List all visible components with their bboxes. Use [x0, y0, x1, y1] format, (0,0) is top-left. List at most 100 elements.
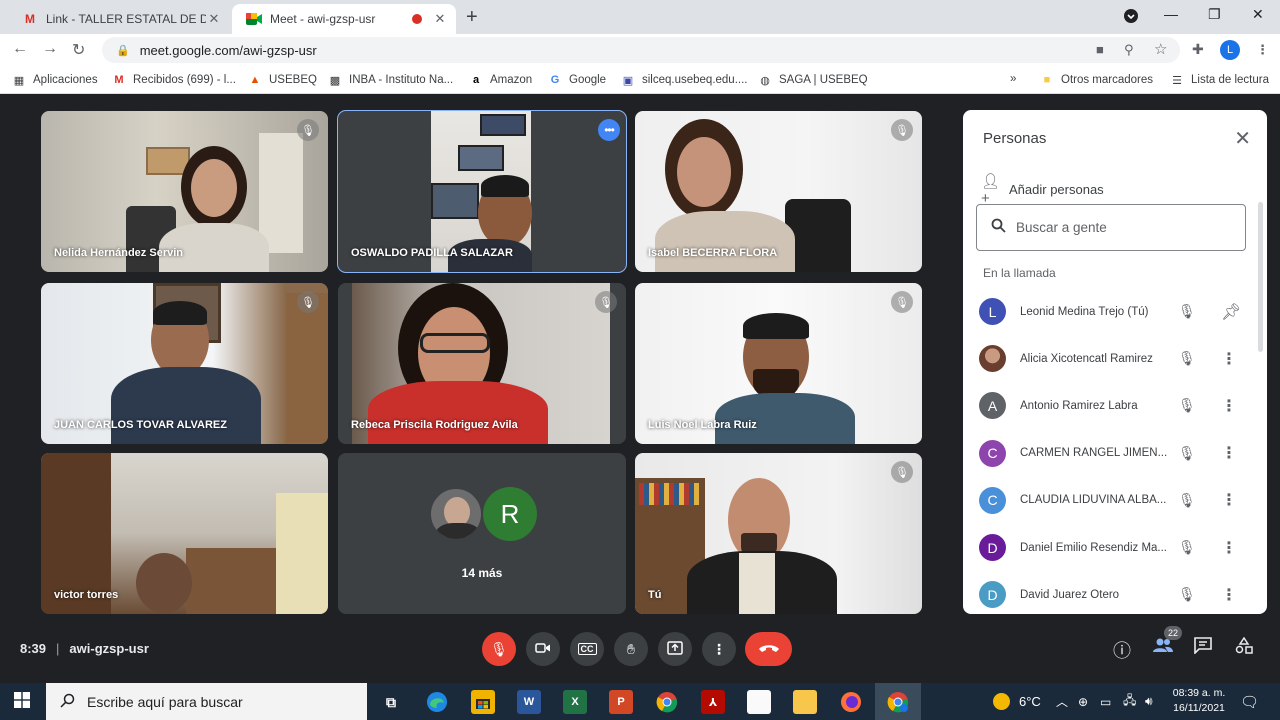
list-item[interactable]: D Daniel Emilio Resendiz Ma... 🎙︎ ⋮ — [963, 524, 1267, 571]
forward-arrow-icon[interactable]: → — [42, 40, 58, 58]
acrobat-icon[interactable]: ⅄ — [701, 690, 725, 714]
bookmark-silceq[interactable]: ▣ silceq.usebeq.edu.... — [621, 73, 748, 87]
task-view-icon[interactable]: ⧉ — [379, 690, 403, 714]
address-bar[interactable]: 🔒 meet.google.com/awi-gzsp-usr — [102, 37, 1180, 63]
battery-icon[interactable]: ▭ — [1100, 683, 1111, 720]
participant-tile[interactable]: Nelida Hernández Servin 🎙︎ — [41, 111, 328, 272]
participant-tile[interactable]: Rebeca Priscila Rodriguez Avila 🎙︎ — [338, 283, 626, 444]
chrome-icon[interactable] — [655, 690, 679, 714]
present-screen-button[interactable] — [658, 632, 692, 666]
bookmark-saga[interactable]: ◍ SAGA | USEBEQ — [758, 73, 867, 87]
bookmark-usebeq[interactable]: ▲ USEBEQ — [248, 73, 317, 87]
close-tab-icon[interactable]: ✕ — [432, 11, 448, 27]
reading-list[interactable]: ☰ Lista de lectura — [1170, 73, 1269, 87]
people-icon[interactable] — [1153, 637, 1173, 658]
microphone-toggle-button[interactable]: 🎙︎ — [482, 632, 516, 666]
word-icon[interactable]: W — [517, 690, 541, 714]
list-item[interactable]: C CARMEN RANGEL JIMEN... 🎙︎ ⋮ — [963, 430, 1267, 477]
bookmarks-overflow-button[interactable]: » — [1010, 73, 1016, 85]
bookmark-google[interactable]: G Google — [548, 73, 606, 87]
more-options-icon[interactable]: ••• — [598, 119, 620, 141]
bookmark-amazon[interactable]: a Amazon — [469, 73, 532, 87]
list-item[interactable]: L Leonid Medina Trejo (Tú) 🎙︎ 📌︎ — [963, 288, 1267, 335]
bookmark-apps[interactable]: ▦ Aplicaciones — [12, 73, 98, 87]
tab-meet[interactable]: Meet - awi-gzsp-usr ✕ — [232, 4, 456, 34]
bookmark-gmail[interactable]: M Recibidos (699) - l... — [112, 73, 236, 87]
reload-icon[interactable]: ↻ — [72, 40, 85, 60]
network-icon[interactable]: 🖧︎ — [1123, 683, 1136, 720]
raise-hand-button[interactable]: ✋︎ — [614, 632, 648, 666]
more-options-button[interactable]: ⋮ — [702, 632, 736, 666]
activities-icon[interactable] — [1235, 636, 1253, 659]
store-icon[interactable] — [471, 690, 495, 714]
camera-icon[interactable]: ■ — [1096, 42, 1104, 57]
extensions-puzzle-icon[interactable]: ✚ — [1192, 41, 1204, 58]
firefox-icon[interactable] — [839, 690, 863, 714]
edge-icon[interactable] — [425, 690, 449, 714]
close-icon[interactable]: ✕ — [1234, 126, 1251, 151]
more-vert-icon[interactable]: ⋮ — [1221, 538, 1237, 558]
search-people-input[interactable]: Buscar a gente — [976, 204, 1246, 251]
list-item[interactable]: A Antonio Ramirez Labra 🎙︎ ⋮ — [963, 382, 1267, 429]
file-explorer-icon[interactable] — [793, 690, 817, 714]
participant-tile[interactable]: Tú 🎙︎ — [635, 453, 922, 614]
weather-sun-icon — [993, 693, 1010, 710]
chat-icon[interactable] — [1194, 637, 1212, 659]
meet-now-icon[interactable]: ⊕ — [1078, 683, 1088, 720]
volume-icon[interactable]: 🔊︎ — [1145, 683, 1153, 720]
participant-tile[interactable]: JUAN CARLOS TOVAR ALVAREZ 🎙︎ — [41, 283, 328, 444]
profile-avatar[interactable]: L — [1220, 40, 1240, 60]
people-panel: Personas ✕ 👤︎+ Añadir personas Buscar a … — [963, 110, 1267, 614]
pin-icon[interactable]: 📌︎ — [1221, 302, 1241, 322]
search-placeholder: Buscar a gente — [1016, 220, 1107, 235]
close-tab-icon[interactable]: ✕ — [206, 11, 222, 27]
mic-off-icon: 🎙︎ — [891, 119, 913, 141]
more-vert-icon[interactable]: ⋮ — [1221, 490, 1237, 510]
participant-tile[interactable]: Isabel BECERRA FLORA 🎙︎ — [635, 111, 922, 272]
notifications-icon[interactable]: 🗨︎ — [1240, 683, 1259, 720]
leave-call-button[interactable] — [745, 632, 792, 666]
mic-off-icon: 🎙︎ — [1178, 397, 1196, 414]
clock-time: 08:39 a. m. — [1172, 687, 1226, 699]
more-vert-icon[interactable]: ⋮ — [1221, 396, 1237, 416]
participant-tile[interactable]: Luis Noel Labra Ruiz 🎙︎ — [635, 283, 922, 444]
list-item[interactable]: D David Juarez Otero 🎙︎ ⋮ — [963, 571, 1267, 614]
restore-icon[interactable]: ❐ — [1208, 6, 1221, 23]
list-item[interactable]: C CLAUDIA LIDUVINA ALBA... 🎙︎ ⋮ — [963, 477, 1267, 524]
bookmark-inba[interactable]: ▩ INBA - Instituto Na... — [328, 73, 453, 87]
participant-name: Nelida Hernández Servin — [54, 247, 183, 259]
captions-button[interactable]: CC — [570, 632, 604, 666]
meeting-details-info-icon[interactable]: ⓘ — [1113, 637, 1131, 663]
more-participants-tile[interactable]: R 14 más — [338, 453, 626, 614]
close-window-icon[interactable]: ✕ — [1252, 6, 1264, 23]
minimize-icon[interactable]: — — [1164, 6, 1178, 22]
participant-name: victor torres — [54, 589, 119, 601]
system-clock[interactable]: 08:39 a. m. 16/11/2021 — [1170, 686, 1228, 716]
bookmark-star-icon[interactable]: ☆ — [1154, 40, 1167, 58]
more-vert-icon[interactable]: ⋮ — [1221, 443, 1237, 463]
more-vert-icon[interactable]: ⋮ — [1221, 585, 1237, 605]
mic-off-icon: 🎙︎ — [1178, 303, 1196, 320]
zoom-icon[interactable]: ⚲ — [1124, 42, 1134, 58]
more-vert-icon[interactable]: ⋮ — [1221, 349, 1237, 369]
tray-chevron-icon[interactable]: ︿ — [1056, 683, 1068, 720]
excel-icon[interactable]: X — [563, 690, 587, 714]
chrome-profile-icon[interactable] — [886, 690, 910, 714]
powerpoint-icon[interactable]: P — [609, 690, 633, 714]
camera-toggle-button[interactable] — [526, 632, 560, 666]
add-people-button[interactable]: 👤︎+ Añadir personas — [981, 172, 1104, 207]
taskbar-search-input[interactable]: Escribe aquí para buscar — [46, 683, 367, 720]
participant-tile[interactable]: victor torres — [41, 453, 328, 614]
browser-menu-icon[interactable]: ⋮ — [1256, 42, 1269, 58]
windows-start-icon[interactable] — [14, 692, 30, 713]
participant-tile[interactable]: OSWALDO PADILLA SALAZAR ••• — [337, 110, 627, 273]
list-item[interactable]: Alicia Xicotencatl Ramirez 🎙︎ ⋮ — [963, 335, 1267, 382]
weather-widget[interactable]: 6°C — [993, 683, 1041, 720]
back-arrow-icon[interactable]: ← — [12, 40, 28, 58]
bookmark-other[interactable]: ■ Otros marcadores — [1040, 73, 1153, 87]
new-tab-button[interactable]: + — [466, 6, 478, 29]
file-icon[interactable] — [747, 690, 771, 714]
tab-search-icon[interactable] — [1123, 8, 1139, 27]
tab-gmail[interactable]: M Link - TALLER ESTATAL DE DIRECT ✕ — [8, 4, 230, 34]
bookmark-label: Otros marcadores — [1061, 74, 1154, 86]
